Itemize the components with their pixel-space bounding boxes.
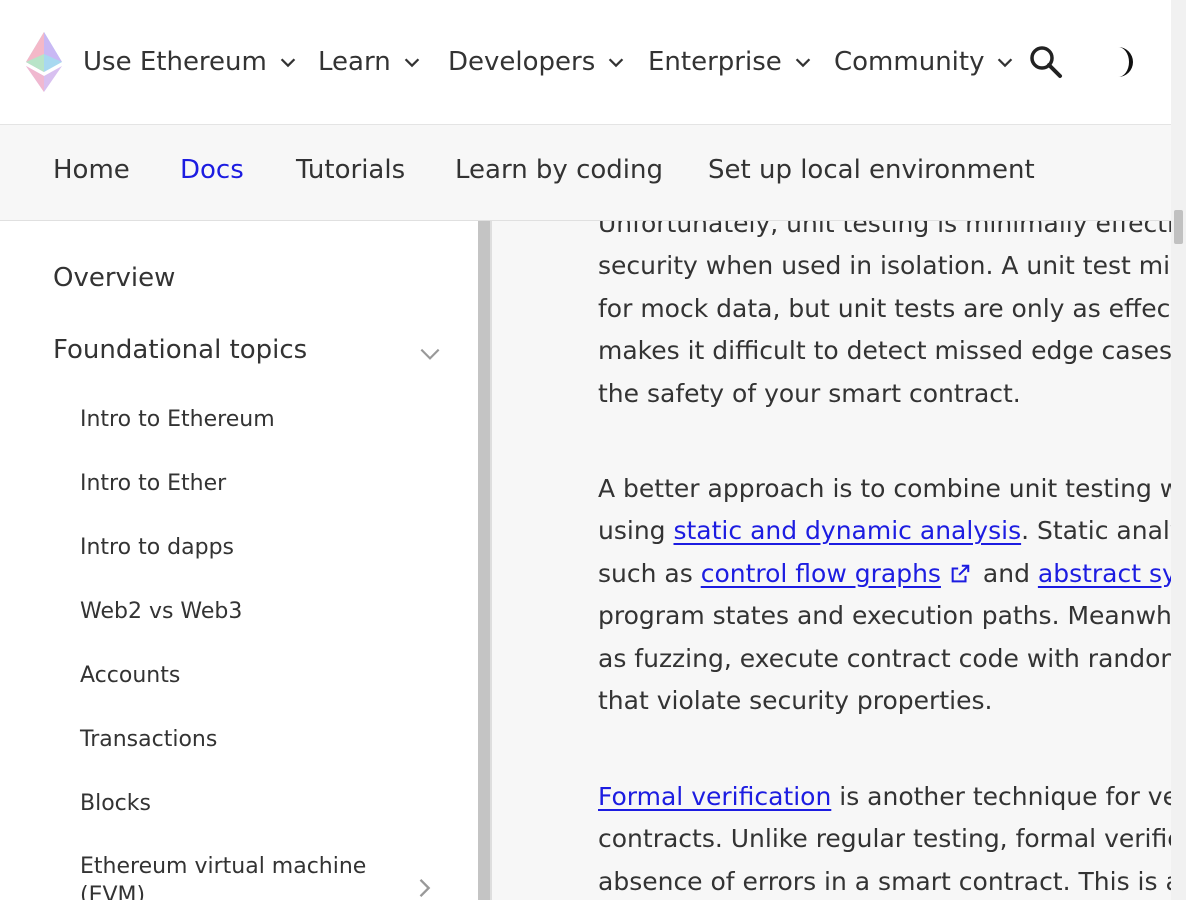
sidebar-item-transactions[interactable]: Transactions: [80, 727, 217, 752]
text: . Static analy: [1021, 516, 1171, 546]
page-scrollbar-thumb[interactable]: [1174, 210, 1183, 244]
search-icon[interactable]: [1028, 44, 1064, 80]
nav-label: Community: [834, 47, 985, 77]
text-line: absence of errors in a smart contract. T…: [598, 866, 1171, 896]
link-static-dynamic-analysis[interactable]: static and dynamic analysis: [673, 516, 1021, 545]
sidebar-item-accounts[interactable]: Accounts: [80, 663, 180, 688]
docs-subnav: Home Docs Tutorials Learn by coding Set …: [0, 125, 1171, 221]
page-scrollbar[interactable]: [1171, 0, 1186, 900]
text-line: contracts. Unlike regular testing, forma…: [598, 824, 1171, 854]
text-line: such as control flow graphs and abstract…: [598, 553, 1171, 595]
nav-label: Enterprise: [648, 47, 782, 77]
subnav-local-environment[interactable]: Set up local environment: [708, 155, 1035, 185]
nav-use-ethereum[interactable]: Use Ethereum: [83, 44, 299, 80]
paragraph-static-dynamic-analysis: A better approach is to combine unit tes…: [598, 468, 1171, 722]
sidebar-item-evm[interactable]: Ethereum virtual machine: [80, 854, 366, 879]
text: and: [974, 558, 1038, 588]
ethereum-logo-icon[interactable]: [24, 32, 64, 92]
chevron-down-icon: [795, 58, 810, 68]
nav-developers[interactable]: Developers: [448, 44, 627, 80]
link-control-flow-graphs[interactable]: control flow graphs: [701, 559, 941, 588]
subnav-home[interactable]: Home: [53, 155, 130, 185]
text: using: [598, 516, 674, 546]
sidebar-scrollbar[interactable]: [478, 221, 490, 900]
sidebar-item-evm-abbrev[interactable]: (EVM): [80, 883, 145, 900]
doc-content: Unfortunately, unit testing is minimally…: [492, 221, 1171, 900]
nav-label: Learn: [318, 47, 391, 77]
sidebar-item-intro-to-ether[interactable]: Intro to Ether: [80, 471, 226, 496]
docs-sidebar: Overview Foundational topics Intro to Et…: [0, 221, 478, 900]
chevron-right-icon[interactable]: [410, 874, 438, 900]
chevron-down-icon: [998, 58, 1013, 68]
subnav-learn-by-coding[interactable]: Learn by coding: [455, 155, 663, 185]
link-formal-verification[interactable]: Formal verification: [598, 782, 831, 811]
text-line: for mock data, but unit tests are only a…: [598, 293, 1171, 323]
text-line: makes it difficult to detect missed edge…: [598, 336, 1171, 366]
sidebar-item-intro-to-ethereum[interactable]: Intro to Ethereum: [80, 407, 275, 432]
subnav-docs[interactable]: Docs: [180, 155, 244, 185]
paragraph-formal-verification: Formal verification is another technique…: [598, 776, 1171, 900]
link-abstract-syntax-trees[interactable]: abstract sy: [1038, 559, 1171, 588]
nav-enterprise[interactable]: Enterprise: [648, 44, 814, 80]
sidebar-group-foundational-topics[interactable]: Foundational topics: [53, 335, 443, 371]
nav-community[interactable]: Community: [834, 44, 1016, 80]
chevron-down-icon: [280, 58, 296, 68]
external-link-icon: [951, 564, 970, 583]
top-navbar: Use Ethereum Learn Developers Enterprise…: [0, 0, 1171, 125]
text-line: security when used in isolation. A unit …: [598, 251, 1171, 281]
nav-label: Use Ethereum: [83, 47, 267, 77]
sidebar-item-intro-to-dapps[interactable]: Intro to dapps: [80, 535, 234, 560]
text-line: as fuzzing, execute contract code with r…: [598, 643, 1171, 673]
text-line: A better approach is to combine unit tes…: [598, 474, 1171, 503]
nav-learn[interactable]: Learn: [318, 44, 423, 80]
text: is another technique for ver: [831, 782, 1171, 811]
text-line: that violate security properties.: [598, 686, 993, 716]
dark-mode-toggle-icon[interactable]: [1104, 44, 1140, 80]
sidebar-item-overview[interactable]: Overview: [53, 263, 175, 293]
sidebar-item-blocks[interactable]: Blocks: [80, 791, 151, 816]
chevron-down-icon: [609, 58, 624, 68]
text-line: using static and dynamic analysis. Stati…: [598, 510, 1171, 552]
nav-label: Developers: [448, 47, 596, 77]
sidebar-group-label: Foundational topics: [53, 335, 308, 365]
text-line: Unfortunately, unit testing is minimally…: [598, 221, 1171, 238]
text: such as: [598, 558, 701, 588]
chevron-down-icon: [420, 348, 440, 360]
text-line: program states and execution paths. Mean…: [598, 601, 1171, 631]
sidebar-item-web2-vs-web3[interactable]: Web2 vs Web3: [80, 599, 242, 624]
chevron-down-icon: [404, 58, 419, 68]
text-line: Formal verification is another technique…: [598, 776, 1171, 818]
paragraph-unit-testing: Unfortunately, unit testing is minimally…: [598, 221, 1171, 415]
text-line: the safety of your smart contract.: [598, 378, 1021, 408]
subnav-tutorials[interactable]: Tutorials: [296, 155, 405, 185]
